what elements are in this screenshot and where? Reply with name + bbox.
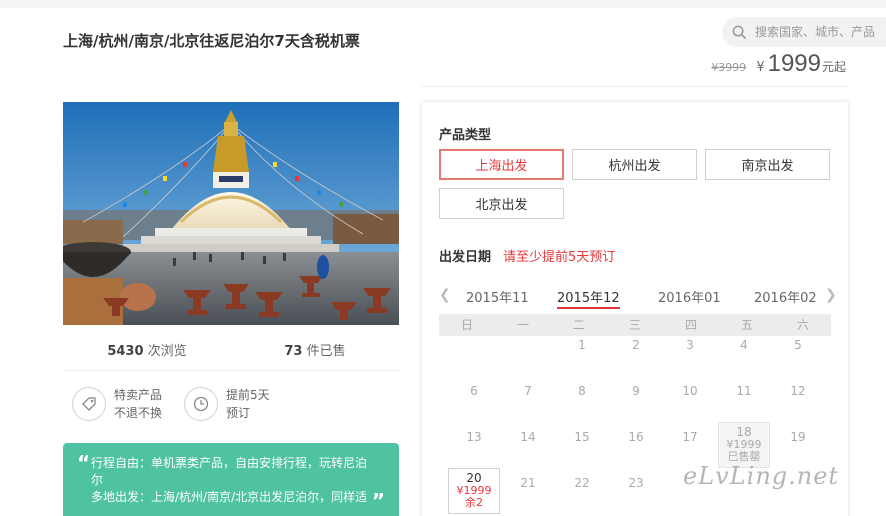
feature-subtitle: 不退不换: [114, 406, 163, 420]
price-row: ¥3999 ¥ 1999 元起: [711, 50, 846, 78]
search-input[interactable]: [755, 25, 885, 39]
month-tab[interactable]: 2016年02: [754, 287, 817, 306]
calendar-day: 12: [790, 384, 806, 398]
tag-icon: [72, 387, 106, 421]
calendar-day: 5: [794, 338, 802, 352]
weekday: 日: [460, 318, 473, 332]
calendar-day: 10: [682, 384, 698, 398]
type-option-beijing[interactable]: 北京出发: [439, 188, 564, 219]
highlight-line: 行程自由：单机票类产品，自由安排行程，玩转尼泊尔: [91, 456, 368, 487]
views-stat: 5430 次浏览: [63, 340, 231, 359]
feature-special-sale: 特卖产品 不退不换: [72, 386, 162, 422]
feature-title: 特卖产品: [114, 388, 163, 402]
sold-stat: 73 件已售: [231, 340, 399, 359]
original-price: ¥3999: [711, 61, 747, 74]
product-type-label: 产品类型: [439, 128, 492, 143]
calendar-day: 6: [470, 384, 478, 398]
advance-booking-note: 请至少提前5天预订: [503, 250, 616, 265]
current-price: 1999: [767, 50, 821, 77]
calendar-day: 11: [736, 384, 752, 398]
remaining-stock: 余2: [465, 496, 483, 509]
views-count: 5430: [107, 344, 144, 359]
calendar-day-available[interactable]: 20 ¥1999 余2: [448, 468, 500, 514]
sold-out-label: 已售罄: [727, 450, 761, 463]
calendar-day: 13: [466, 430, 482, 444]
sold-count: 73: [284, 344, 303, 359]
page: 上海/杭州/南京/北京往返尼泊尔7天含税机票 ¥3999 ¥ 1999 元起: [0, 8, 886, 516]
price-symbol: ¥: [756, 60, 765, 75]
calendar-day: 3: [686, 338, 694, 352]
quote-open-icon: “: [77, 451, 91, 475]
calendar-day: 9: [632, 384, 640, 398]
type-option-nanjing[interactable]: 南京出发: [705, 149, 830, 180]
month-tab[interactable]: 2015年11: [466, 287, 529, 306]
type-option-shanghai[interactable]: 上海出发: [439, 149, 564, 180]
feature-title: 提前5天: [226, 388, 270, 402]
booking-panel: 产品类型 上海出发 杭州出发 南京出发 北京出发 出发日期 请至少提前5天预订 ❮…: [422, 102, 848, 516]
quote-close-icon: ”: [371, 489, 385, 513]
calendar-day: 7: [524, 384, 532, 398]
highlights-box: “ 行程自由：单机票类产品，自由安排行程，玩转尼泊尔 多地出发：上海/杭州/南京…: [63, 443, 399, 516]
departure-date-title: 出发日期: [439, 250, 492, 265]
month-tab-selected[interactable]: 2015年12: [557, 287, 620, 309]
search-box[interactable]: [722, 17, 886, 47]
product-stats: 5430 次浏览 73 件已售: [63, 340, 399, 359]
calendar-day: 21: [520, 476, 536, 490]
product-title: 上海/杭州/南京/北京往返尼泊尔7天含税机票: [63, 32, 360, 50]
divider: [63, 370, 399, 371]
calendar-day-sold-out: 18 ¥1999 已售罄: [718, 422, 770, 468]
feature-advance-booking: 提前5天 预订: [184, 386, 270, 422]
chevron-left-icon[interactable]: ❮: [439, 287, 451, 303]
chevron-right-icon[interactable]: ❯: [825, 287, 837, 303]
views-label: 次浏览: [147, 344, 187, 359]
month-selector: ❮ 2015年11 2015年12 2016年01 2016年02 ❯: [439, 283, 837, 309]
month-tab[interactable]: 2016年01: [658, 287, 721, 306]
departure-date-label: 出发日期 请至少提前5天预订: [439, 246, 615, 265]
type-option-hangzhou[interactable]: 杭州出发: [572, 149, 697, 180]
search-icon: [732, 25, 747, 39]
sold-label: 件已售: [306, 344, 346, 359]
destination-photo: [63, 102, 399, 325]
calendar-day: 19: [790, 430, 806, 444]
calendar-day: 4: [740, 338, 748, 352]
calendar-day: 1: [578, 338, 586, 352]
price-unit: 元起: [821, 60, 846, 74]
calendar-day: 2: [632, 338, 640, 352]
calendar-day: 16: [628, 430, 644, 444]
weekday: 一: [516, 318, 529, 332]
calendar-day: 23: [628, 476, 644, 490]
feature-subtitle: 预订: [226, 406, 251, 420]
divider: [422, 86, 848, 87]
calendar-day: 22: [574, 476, 590, 490]
day-number: 20: [466, 471, 482, 485]
highlight-line: 多地出发：上海/杭州/南京/北京出发尼泊尔，同样适: [91, 490, 368, 504]
calendar-day: 8: [578, 384, 586, 398]
calendar-day: 14: [520, 430, 536, 444]
day-number: 18: [736, 425, 752, 439]
clock-icon: [184, 387, 218, 421]
calendar-day: 17: [682, 430, 698, 444]
calendar-day: 15: [574, 430, 590, 444]
